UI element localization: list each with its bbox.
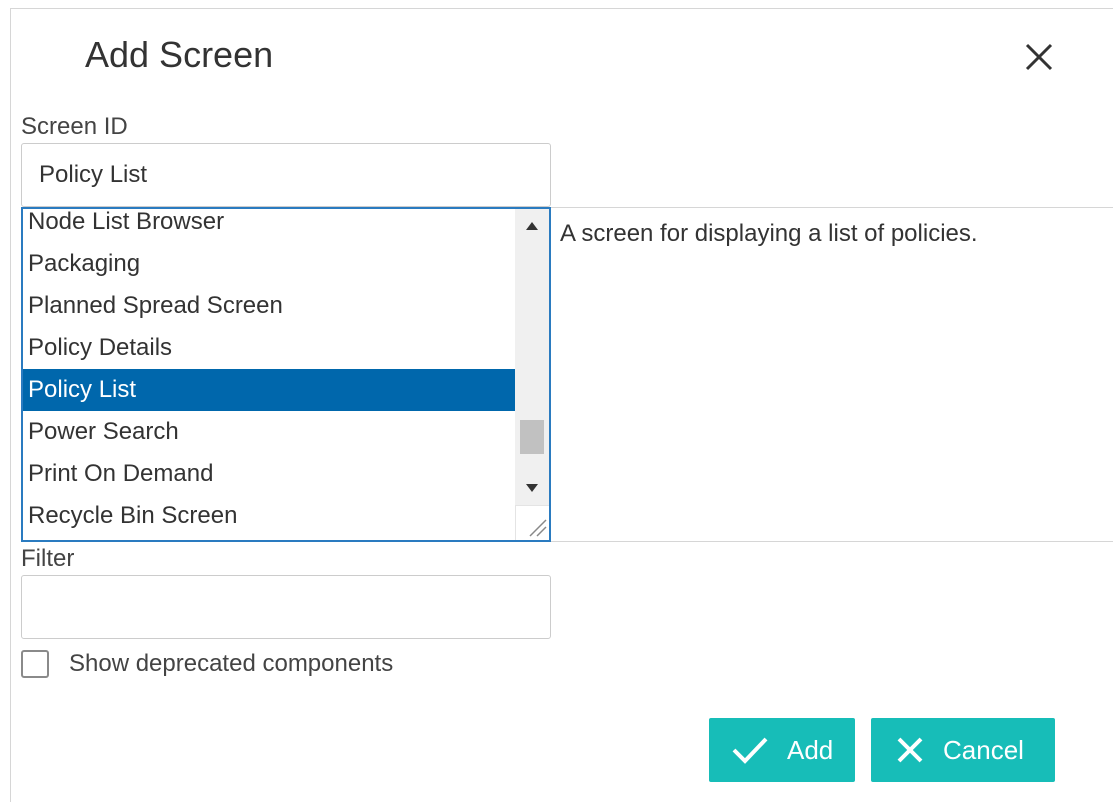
show-deprecated-label: Show deprecated components bbox=[69, 650, 394, 677]
cancel-button-label: Cancel bbox=[943, 734, 1024, 765]
list-item[interactable]: Planned Spread Screen bbox=[23, 285, 515, 327]
list-item[interactable]: Node List Browser bbox=[23, 209, 515, 243]
screen-id-input[interactable] bbox=[21, 143, 551, 207]
listbox-scrollbar[interactable] bbox=[515, 209, 549, 505]
screen-description: A screen for displaying a list of polici… bbox=[560, 220, 978, 247]
dialog-title: Add Screen bbox=[85, 34, 274, 75]
add-button[interactable]: Add bbox=[709, 718, 855, 782]
show-deprecated-checkbox[interactable] bbox=[21, 650, 49, 678]
filter-input[interactable] bbox=[21, 575, 551, 639]
list-item[interactable]: Policy Details bbox=[23, 327, 515, 369]
list-item-selected[interactable]: Policy List bbox=[23, 369, 515, 411]
list-item[interactable]: Packaging bbox=[23, 243, 515, 285]
add-button-label: Add bbox=[787, 734, 834, 765]
list-item[interactable]: Recycle Bin Screen bbox=[23, 495, 515, 537]
screen-listbox[interactable]: Node List Browser Packaging Planned Spre… bbox=[21, 207, 551, 542]
scroll-down-button[interactable] bbox=[515, 471, 549, 505]
cancel-button[interactable]: Cancel bbox=[871, 718, 1055, 782]
checkmark-icon bbox=[731, 735, 769, 765]
filter-label: Filter bbox=[21, 545, 75, 572]
close-icon bbox=[1025, 43, 1053, 71]
list-item[interactable]: Print On Demand bbox=[23, 453, 515, 495]
caret-up-icon bbox=[526, 222, 538, 230]
list-item[interactable]: Power Search bbox=[23, 411, 515, 453]
add-screen-dialog: Add Screen Screen ID Node List Browser P… bbox=[10, 8, 1113, 802]
caret-down-icon bbox=[526, 484, 538, 492]
screen-id-label: Screen ID bbox=[21, 113, 128, 140]
scroll-thumb[interactable] bbox=[520, 420, 544, 454]
resize-handle[interactable] bbox=[515, 505, 549, 540]
x-icon bbox=[895, 735, 925, 765]
resize-handle-icon bbox=[529, 519, 547, 537]
show-deprecated-option[interactable]: Show deprecated components bbox=[21, 648, 393, 680]
close-button[interactable] bbox=[1017, 35, 1061, 79]
screen-list-items: Node List Browser Packaging Planned Spre… bbox=[23, 209, 515, 537]
scroll-up-button[interactable] bbox=[515, 209, 549, 243]
description-panel: A screen for displaying a list of polici… bbox=[551, 207, 1113, 542]
